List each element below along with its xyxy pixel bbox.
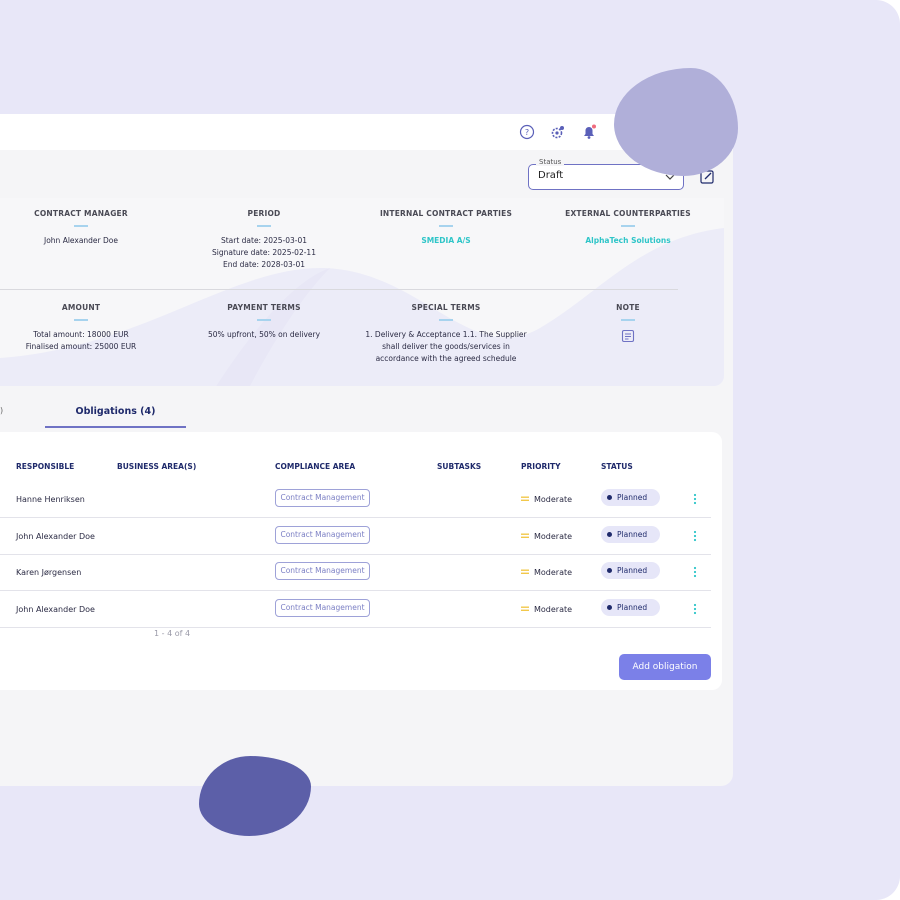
status-badge-label: Planned <box>617 530 648 539</box>
status-badge: Planned <box>601 562 660 579</box>
status-dot-icon <box>607 568 612 573</box>
app-window: ? Status Draft CONTRACT MANAGER John Ale… <box>0 114 733 786</box>
field-period: PERIOD Start date: 2025-03-01 Signature … <box>174 209 354 271</box>
special-terms-line: accordance with the agreed schedule <box>375 354 517 363</box>
field-external-counterparties: EXTERNAL COUNTERPARTIES AlphaTech Soluti… <box>538 209 718 247</box>
status-dot-icon <box>607 495 612 500</box>
obligations-table: RESPONSIBLE BUSINESS AREA(S) COMPLIANCE … <box>0 432 722 690</box>
bell-icon[interactable] <box>580 123 598 141</box>
table-row[interactable]: Karen Jørgensen Contract Management Modera… <box>0 555 711 591</box>
priority-label: Moderate <box>534 568 573 577</box>
info-divider <box>0 289 678 290</box>
priority-label: Moderate <box>534 532 573 541</box>
field-contract-manager: CONTRACT MANAGER John Alexander Doe <box>0 209 171 247</box>
field-divider <box>74 225 88 227</box>
field-label: INTERNAL CONTRACT PARTIES <box>379 209 513 218</box>
field-internal-parties: INTERNAL CONTRACT PARTIES SMEDIA A/S <box>356 209 536 247</box>
field-label: PERIOD <box>247 209 281 218</box>
priority-label: Moderate <box>534 605 573 614</box>
period-end: End date: 2028-03-01 <box>222 260 306 269</box>
cell-responsible: John Alexander Doe <box>16 532 95 541</box>
field-label: EXTERNAL COUNTERPARTIES <box>565 209 691 218</box>
contract-info-card: CONTRACT MANAGER John Alexander Doe PERI… <box>0 198 724 386</box>
field-payment-terms: PAYMENT TERMS 50% upfront, 50% on delive… <box>174 303 354 341</box>
kebab-menu-icon[interactable] <box>692 603 698 615</box>
field-label: AMOUNT <box>61 303 101 312</box>
status-badge: Planned <box>601 489 660 506</box>
kebab-menu-icon[interactable] <box>692 493 698 505</box>
field-special-terms: SPECIAL TERMS 1. Delivery & Acceptance 1… <box>356 303 536 365</box>
field-label: PAYMENT TERMS <box>227 303 301 312</box>
compliance-area-chip[interactable]: Contract Management <box>275 562 370 580</box>
field-divider <box>621 319 635 321</box>
column-header-priority[interactable]: PRIORITY <box>521 462 561 471</box>
period-start: Start date: 2025-03-01 <box>220 236 308 245</box>
tab-obligations-label: Obligations (4) <box>75 406 156 417</box>
amount-total: Total amount: 18000 EUR <box>33 330 129 339</box>
priority-moderate-icon <box>521 496 529 501</box>
svg-text:?: ? <box>525 128 529 137</box>
cell-responsible: John Alexander Doe <box>16 605 95 614</box>
column-header-responsible[interactable]: RESPONSIBLE <box>16 462 74 471</box>
priority-moderate-icon <box>521 606 529 611</box>
compliance-area-chip[interactable]: Contract Management <box>275 489 370 507</box>
pagination-info: 1 - 4 of 4 <box>154 629 191 638</box>
cell-responsible: Karen Jørgensen <box>16 568 82 577</box>
field-note: NOTE <box>538 303 718 343</box>
status-select-value: Draft <box>538 170 564 181</box>
kebab-menu-icon[interactable] <box>692 530 698 542</box>
field-label: NOTE <box>616 303 640 312</box>
table-row[interactable]: John Alexander Doe Contract Management Mod… <box>0 519 711 555</box>
status-badge-label: Planned <box>617 566 648 575</box>
field-label: SPECIAL TERMS <box>411 303 481 312</box>
compliance-area-chip[interactable]: Contract Management <box>275 599 370 617</box>
field-divider <box>439 225 453 227</box>
column-header-subtasks[interactable]: SUBTASKS <box>437 462 481 471</box>
field-value: John Alexander Doe <box>44 236 118 245</box>
status-dot-icon <box>607 605 612 610</box>
column-header-compliance-area[interactable]: COMPLIANCE AREA <box>275 462 355 471</box>
field-value: 50% upfront, 50% on delivery <box>207 330 321 339</box>
amount-finalised: Finalised amount: 25000 EUR <box>25 342 137 351</box>
tab-obligations[interactable]: Obligations (4) <box>45 398 186 428</box>
settings-icon[interactable] <box>549 123 567 141</box>
field-divider <box>621 225 635 227</box>
status-badge: Planned <box>601 599 660 616</box>
tab-bar: ) Obligations (4) <box>0 398 733 430</box>
note-icon[interactable] <box>621 329 635 343</box>
column-header-business-areas[interactable]: BUSINESS AREA(S) <box>117 462 196 471</box>
field-divider <box>74 319 88 321</box>
period-signature: Signature date: 2025-02-11 <box>212 248 316 257</box>
status-badge-label: Planned <box>617 493 648 502</box>
cell-responsible: Hanne Henriksen <box>16 495 85 504</box>
status-select-label: Status <box>536 158 565 166</box>
external-counterparty-link[interactable]: AlphaTech Solutions <box>538 235 718 247</box>
priority-label: Moderate <box>534 495 573 504</box>
field-divider <box>257 225 271 227</box>
compliance-area-chip[interactable]: Contract Management <box>275 526 370 544</box>
table-row[interactable]: Hanne Henriksen Contract Management Modera… <box>0 482 711 518</box>
special-terms-line: 1. Delivery & Acceptance 1.1. The Suppli… <box>365 330 527 339</box>
priority-moderate-icon <box>521 533 529 538</box>
tab-active-indicator <box>45 426 186 428</box>
table-row[interactable]: John Alexander Doe Contract Management Mod… <box>0 592 711 628</box>
status-dot-icon <box>607 532 612 537</box>
column-header-status[interactable]: STATUS <box>601 462 633 471</box>
tab-previous[interactable]: ) <box>0 406 3 415</box>
help-icon[interactable]: ? <box>518 123 536 141</box>
status-badge-label: Planned <box>617 603 648 612</box>
field-divider <box>439 319 453 321</box>
add-obligation-button[interactable]: Add obligation <box>619 654 711 680</box>
kebab-menu-icon[interactable] <box>692 566 698 578</box>
internal-party-link[interactable]: SMEDIA A/S <box>356 235 536 247</box>
field-amount: AMOUNT Total amount: 18000 EUR Finalised… <box>0 303 171 353</box>
field-label: CONTRACT MANAGER <box>34 209 128 218</box>
priority-moderate-icon <box>521 569 529 574</box>
special-terms-line: shall deliver the goods/services in <box>382 342 510 351</box>
field-divider <box>257 319 271 321</box>
status-badge: Planned <box>601 526 660 543</box>
